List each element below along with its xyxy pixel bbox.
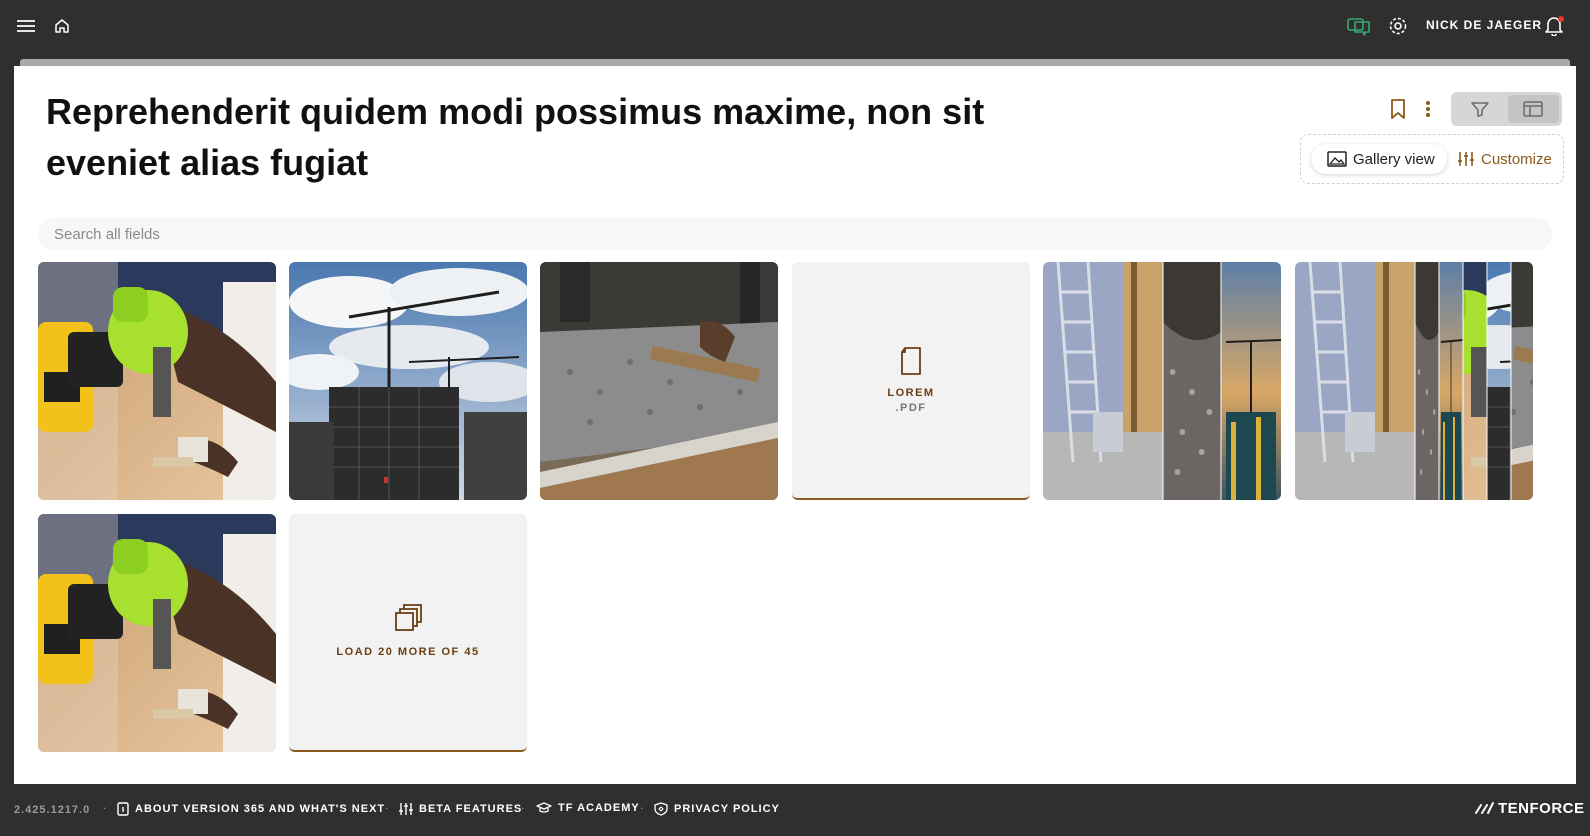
document-name: LOREM	[887, 386, 935, 399]
separator: ·	[521, 802, 525, 815]
more-options-icon[interactable]	[1418, 98, 1438, 120]
filter-view-toggle[interactable]	[1454, 95, 1506, 123]
version-number: 2.425.1217.0	[14, 804, 91, 816]
beta-features-link[interactable]: BETA FEATURES	[399, 802, 522, 816]
view-mode-toggle	[1451, 92, 1562, 126]
gallery-tile-image[interactable]	[38, 262, 276, 500]
gallery-view-label: Gallery view	[1353, 150, 1435, 168]
gallery-tile-image[interactable]	[289, 262, 527, 500]
settings-icon[interactable]	[1386, 14, 1410, 38]
gallery-tile-collage[interactable]	[1295, 262, 1533, 500]
beta-features-label: BETA FEATURES	[419, 803, 523, 815]
load-more-button[interactable]: LOAD 20 MORE OF 45	[289, 514, 527, 752]
privacy-policy-label: PRIVACY POLICY	[674, 803, 780, 815]
customize-label: Customize	[1481, 150, 1552, 168]
user-name[interactable]: NICK DE JAEGER	[1426, 18, 1542, 32]
image-icon	[1327, 151, 1347, 167]
separator: ·	[640, 802, 644, 815]
tf-academy-link[interactable]: TF ACADEMY	[536, 802, 640, 814]
customize-button[interactable]: Customize	[1457, 144, 1552, 174]
bell-icon[interactable]	[1542, 14, 1566, 38]
sliders-icon	[1458, 152, 1474, 166]
home-icon[interactable]	[50, 14, 74, 38]
brand-name: TENFORCE	[1498, 800, 1585, 817]
tf-academy-label: TF ACADEMY	[558, 802, 640, 814]
gallery-tile-image[interactable]	[540, 262, 778, 500]
gallery-tile-collage[interactable]	[1043, 262, 1281, 500]
notification-dot	[1558, 16, 1564, 22]
gallery-view-button[interactable]: Gallery view	[1311, 144, 1447, 174]
document-extension: .PDF	[895, 401, 927, 414]
search-input[interactable]	[38, 218, 1552, 250]
privacy-policy-link[interactable]: PRIVACY POLICY	[654, 802, 780, 816]
footer: 2.425.1217.0 · ABOUT VERSION 365 AND WHA…	[0, 784, 1590, 836]
info-icon	[117, 802, 129, 816]
main-card: Reprehenderit quidem modi possimus maxim…	[14, 66, 1576, 784]
gallery-tile-document[interactable]: LOREM .PDF	[792, 262, 1030, 500]
separator: ·	[103, 802, 107, 815]
menu-icon[interactable]	[14, 14, 38, 38]
about-version-label: ABOUT VERSION 365 AND WHAT'S NEXT	[135, 803, 386, 815]
table-view-toggle[interactable]	[1507, 95, 1559, 123]
gallery-tile-image[interactable]	[38, 514, 276, 752]
graduation-cap-icon	[536, 802, 552, 813]
separator: ·	[385, 802, 389, 815]
sliders-icon	[399, 803, 413, 815]
top-bar: NICK DE JAEGER	[0, 0, 1590, 52]
load-more-label: LOAD 20 MORE OF 45	[336, 645, 480, 658]
tenforce-logo-mark	[1475, 801, 1494, 814]
brand-logo: TENFORCE	[1474, 800, 1585, 817]
stack-icon	[395, 603, 422, 631]
view-options-panel: Gallery view Customize	[1300, 134, 1564, 184]
shield-icon	[654, 802, 668, 816]
bookmark-icon[interactable]	[1388, 98, 1408, 120]
page-title: Reprehenderit quidem modi possimus maxim…	[46, 91, 985, 183]
about-version-link[interactable]: ABOUT VERSION 365 AND WHAT'S NEXT	[117, 802, 385, 816]
file-icon	[901, 346, 921, 375]
chat-icon[interactable]	[1346, 14, 1372, 38]
